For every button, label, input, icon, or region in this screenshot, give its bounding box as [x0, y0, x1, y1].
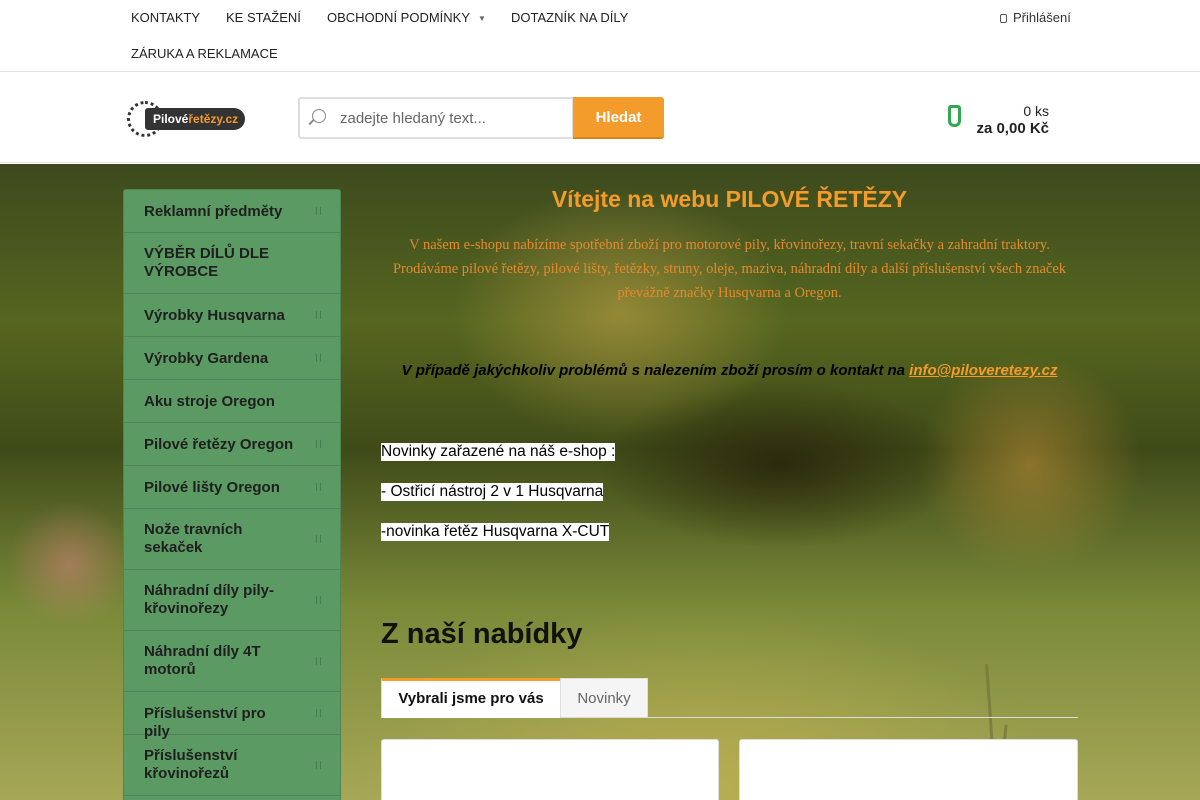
cart-quantity: 0 ks	[1023, 103, 1049, 119]
search-icon	[312, 109, 326, 123]
search-input[interactable]	[340, 107, 566, 129]
chevron-right-icon	[316, 761, 321, 769]
sidebar-item-noze-travnich-sekacek[interactable]: Nože travních sekaček	[124, 509, 340, 570]
sidebar-item-reklamni-predmety[interactable]: Reklamní předměty	[124, 190, 340, 233]
category-sidebar: Reklamní předměty VÝBĚR DÍLŮ DLE VÝROBCE…	[123, 189, 341, 800]
sidebar-item-prislusenstvi-pro-pily[interactable]: Příslušenství pro pily	[124, 692, 340, 740]
top-navigation: KONTAKTY KE STAŽENÍ OBCHODNÍ PODMÍNKY ▼ D…	[0, 0, 1200, 72]
chevron-right-icon	[316, 657, 321, 665]
search-button[interactable]: Hledat	[573, 97, 664, 139]
sidebar-item-nahradni-dily-4t[interactable]: Náhradní díly 4T motorů	[124, 631, 340, 692]
site-header: Pilovéřetězy.cz Hledat 0 ks za 0,00 Kč	[0, 73, 1200, 163]
chevron-down-icon: ▼	[478, 14, 486, 24]
news-item: - Ostřicí nástroj 2 v 1 Husqvarna	[381, 483, 604, 501]
offer-section-title: Z naší nabídky	[381, 618, 583, 650]
product-card[interactable]	[739, 739, 1078, 800]
nav-kontakty[interactable]: KONTAKTY	[131, 10, 200, 25]
sidebar-item-aku-stroje-oregon[interactable]: Aku stroje Oregon	[124, 380, 340, 423]
sidebar-item-pilove-retezy-oregon[interactable]: Pilové řetězy Oregon	[124, 423, 340, 466]
logo-wordmark: Pilovéřetězy.cz	[145, 108, 245, 130]
contact-text: V případě jakýchkoliv problémů s nalezen…	[401, 362, 910, 379]
tab-vybrali-jsme-pro-vas[interactable]: Vybrali jsme pro vás	[381, 678, 561, 718]
login-link[interactable]: Přihlášení	[1000, 10, 1071, 25]
sidebar-item-pilove-listy-oregon[interactable]: Pilové lišty Oregon	[124, 466, 340, 509]
news-item: -novinka řetěz Husqvarna X-CUT	[381, 523, 610, 541]
site-logo[interactable]: Pilovéřetězy.cz	[127, 99, 245, 139]
cart-widget[interactable]: 0 ks za 0,00 Kč	[944, 97, 1054, 141]
product-card[interactable]	[381, 739, 719, 800]
nav-dotaznik-na-dily[interactable]: DOTAZNÍK NA DÍLY	[511, 10, 628, 25]
intro-text: V našem e-shopu nabízíme spotřební zboží…	[392, 237, 1067, 301]
sidebar-item-vyrobky-husqvarna[interactable]: Výrobky Husqvarna	[124, 294, 340, 337]
chevron-right-icon	[316, 483, 321, 491]
cart-total: za 0,00 Kč	[976, 120, 1049, 137]
news-heading: Novinky zařazené na náš e-shop :	[381, 443, 616, 461]
cart-icon	[948, 105, 961, 127]
sidebar-item-vyber-dilu[interactable]: VÝBĚR DÍLŮ DLE VÝROBCE	[124, 233, 340, 294]
chevron-right-icon	[316, 535, 321, 543]
contact-email-link[interactable]: info@piloveretezy.cz	[909, 362, 1057, 379]
chevron-right-icon	[316, 311, 321, 319]
chevron-right-icon	[316, 207, 321, 215]
tab-novinky[interactable]: Novinky	[560, 678, 648, 718]
nav-obchodni-podminky[interactable]: OBCHODNÍ PODMÍNKY ▼	[327, 10, 486, 25]
chevron-right-icon	[316, 354, 321, 362]
nav-zaruka-a-reklamace[interactable]: ZÁRUKA A REKLAMACE	[131, 46, 278, 61]
chevron-right-icon	[316, 709, 321, 717]
lock-icon	[1000, 14, 1007, 23]
chevron-right-icon	[316, 440, 321, 448]
nav-ke-stazeni[interactable]: KE STAŽENÍ	[226, 10, 301, 25]
sidebar-item-nahradni-dily-pily[interactable]: Náhradní díly pily-křovinořezy	[124, 570, 340, 631]
sidebar-item-vyrobky-gardena[interactable]: Výrobky Gardena	[124, 337, 340, 380]
welcome-heading: Vítejte na webu PILOVÉ ŘETĚZY	[551, 186, 908, 212]
contact-note: V případě jakýchkoliv problémů s nalezen…	[381, 362, 1078, 379]
nav-obchodni-podminky-label: OBCHODNÍ PODMÍNKY	[327, 10, 471, 25]
chevron-right-icon	[316, 596, 321, 604]
search-box	[298, 97, 574, 139]
login-label: Přihlášení	[1013, 10, 1071, 25]
sidebar-item-prislusenstvi-krovinorezu[interactable]: Příslušenství křovinořezů	[124, 735, 340, 796]
